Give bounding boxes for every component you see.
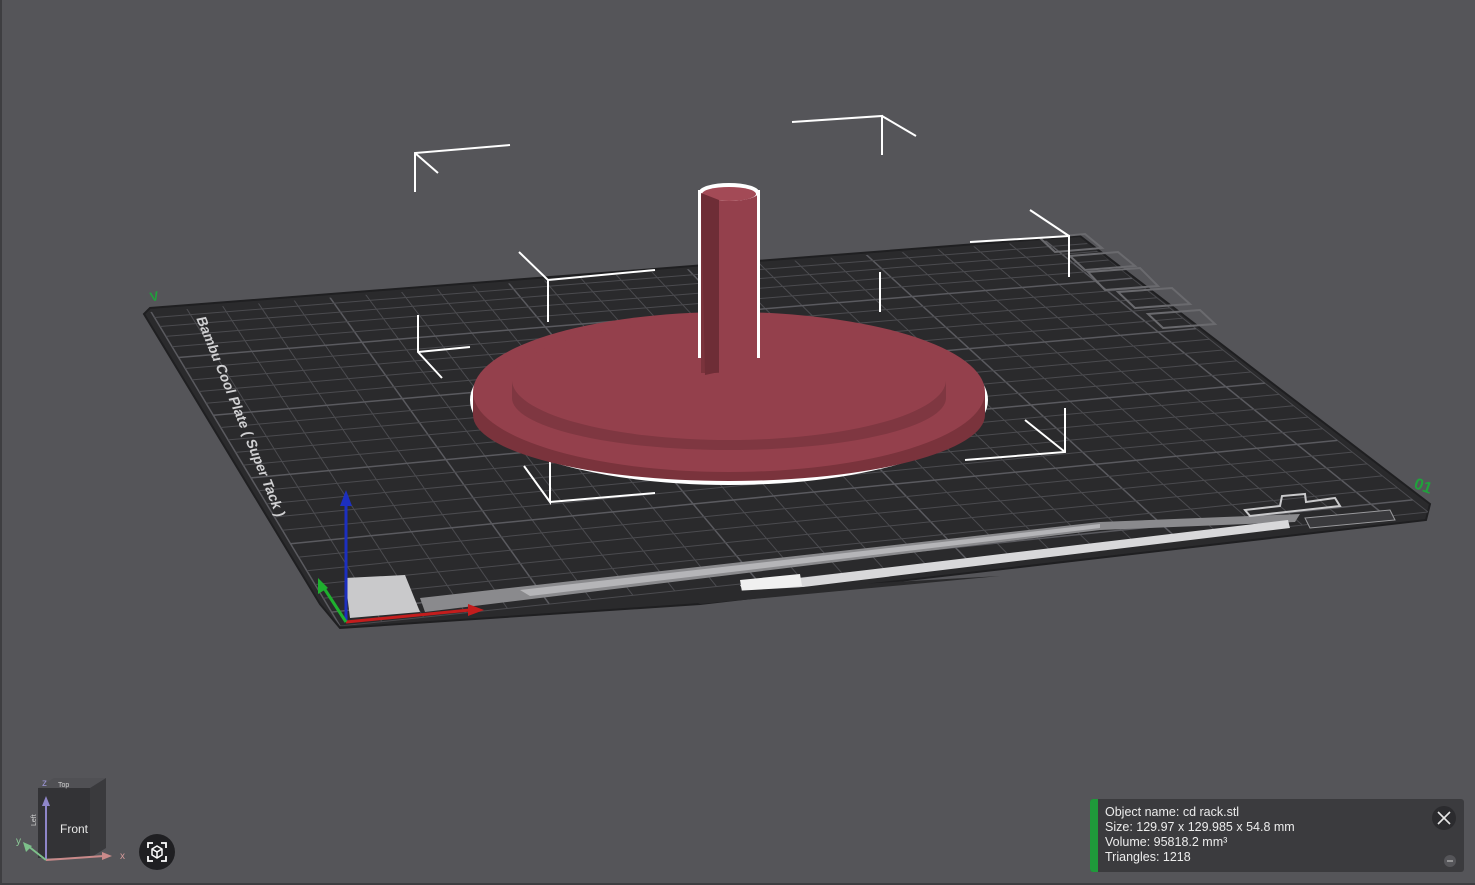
fit-view-button[interactable] — [139, 834, 175, 870]
cube-axis-x: x — [120, 851, 125, 862]
info-collapse-button[interactable] — [1444, 855, 1456, 867]
cube-top-label: Top — [58, 782, 69, 789]
cube-front-label: Front — [60, 822, 89, 836]
close-icon — [1437, 811, 1451, 825]
object-volume: Volume: 95818.2 mm³ — [1105, 835, 1228, 849]
3d-viewport[interactable]: Bambu Cool Plate ( Super Tack ) V 01 — [0, 0, 1475, 885]
object-triangles: Triangles: 1218 — [1105, 850, 1191, 864]
cube-axis-y: y — [16, 836, 21, 847]
object-info-panel: Object name: cd rack.stl Size: 129.97 x … — [1090, 799, 1464, 872]
fit-view-icon — [147, 842, 167, 862]
cube-axis-z: z — [42, 778, 47, 789]
viewport-left-edge — [0, 0, 2, 885]
info-accent-bar — [1090, 799, 1098, 872]
info-close-button[interactable] — [1432, 806, 1456, 830]
cube-left-label: Left — [31, 814, 38, 826]
view-cube[interactable]: Front Top Left z x y — [12, 772, 132, 872]
collapse-icon — [1447, 860, 1453, 862]
object-name: Object name: cd rack.stl — [1105, 805, 1240, 819]
object-size: Size: 129.97 x 129.985 x 54.8 mm — [1105, 820, 1295, 834]
build-plate-scene[interactable]: Bambu Cool Plate ( Super Tack ) V 01 — [0, 0, 1475, 885]
bed-label-left: V — [149, 288, 161, 305]
